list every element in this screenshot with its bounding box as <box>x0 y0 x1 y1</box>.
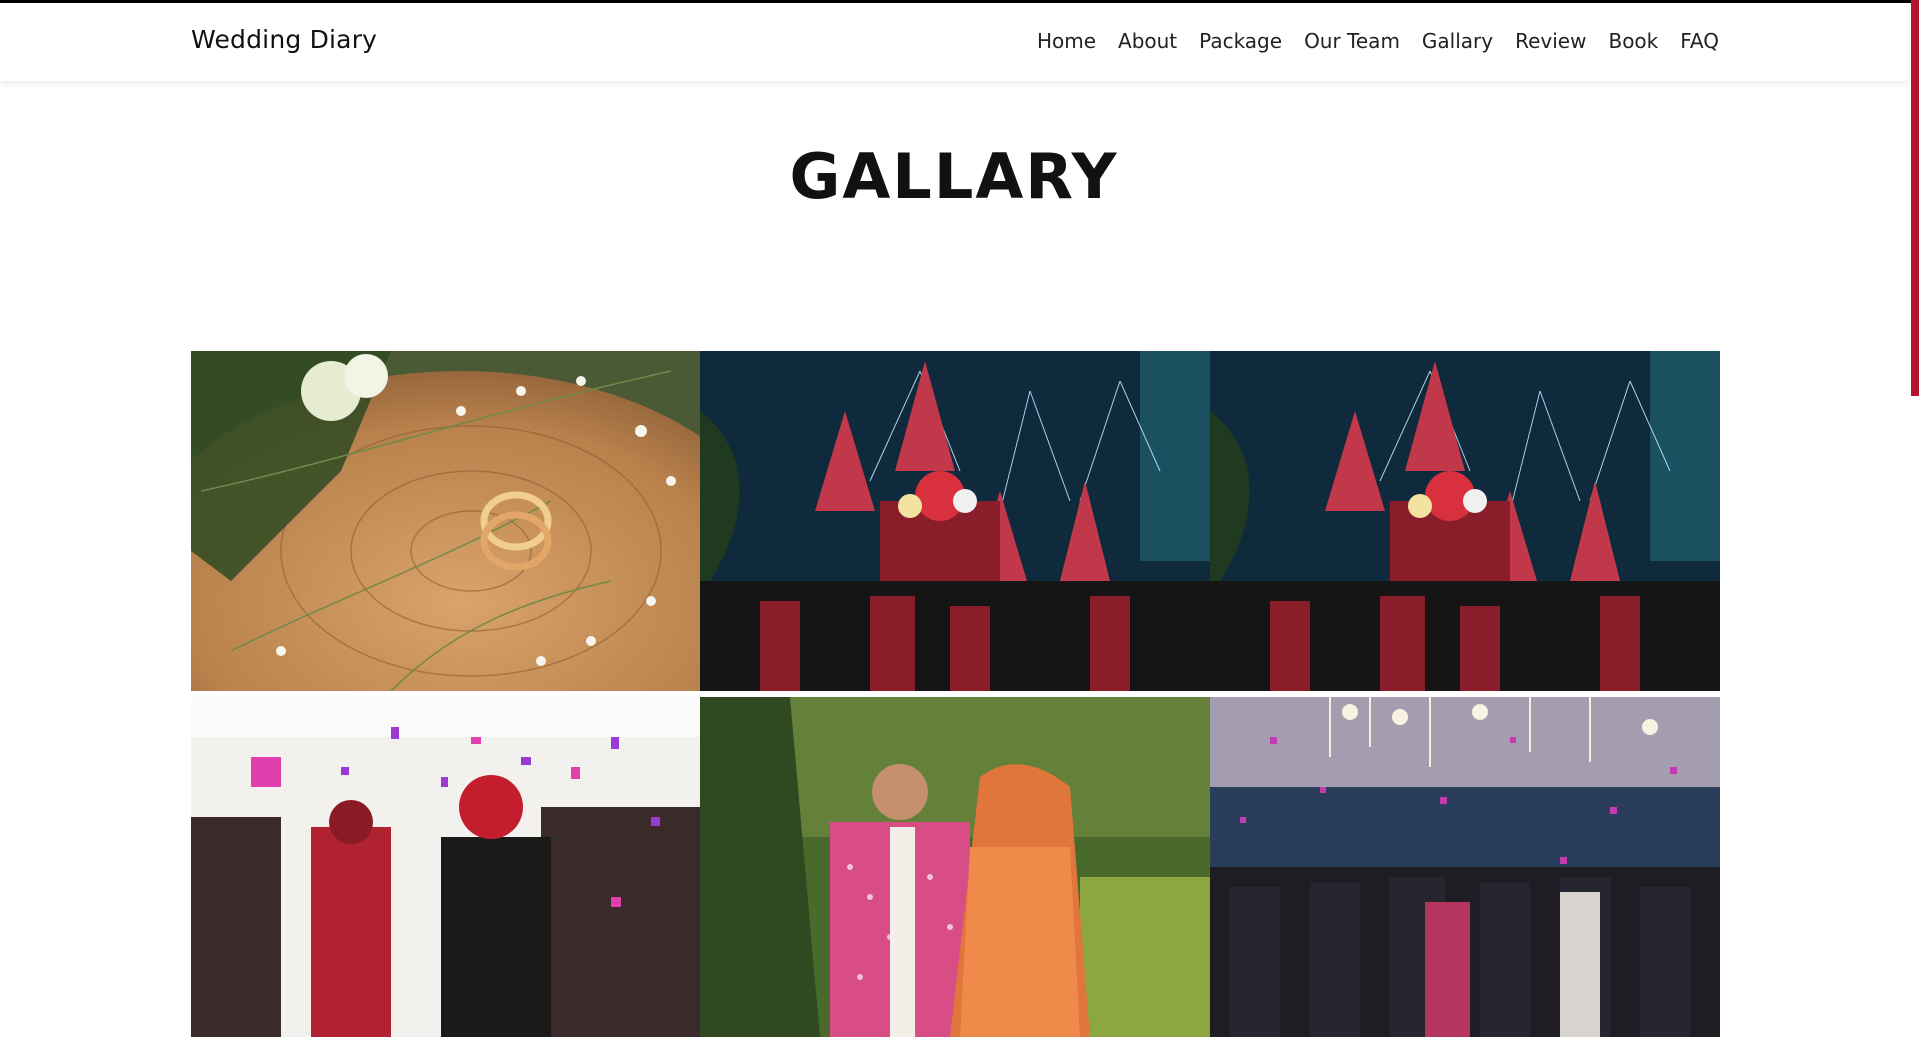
nav-link-our-team[interactable]: Our Team <box>1304 29 1400 53</box>
section-title: GALLARY <box>789 140 1119 213</box>
fireworks-photo-icon <box>1210 351 1720 691</box>
nav-link-gallary[interactable]: Gallary <box>1422 29 1493 53</box>
nav-link-book[interactable]: Book <box>1608 29 1658 53</box>
nav-item: Gallary <box>1422 29 1493 53</box>
nav-link-review[interactable]: Review <box>1515 29 1586 53</box>
nav-item: Package <box>1199 29 1282 53</box>
nav-link-about[interactable]: About <box>1118 29 1177 53</box>
gallery-image-couple[interactable] <box>700 697 1210 1037</box>
crowd-celebration-photo-icon <box>1210 697 1720 1037</box>
nav-item: About <box>1118 29 1177 53</box>
nav-link-package[interactable]: Package <box>1199 29 1282 53</box>
gallery-image-fireworks-2[interactable] <box>1210 351 1720 691</box>
nav-item: FAQ <box>1680 29 1719 53</box>
nav-link-faq[interactable]: FAQ <box>1680 29 1719 53</box>
navbar: Wedding Diary Home About Package Our Tea… <box>0 3 1908 81</box>
confetti-ceremony-photo-icon <box>191 697 700 1037</box>
gallery-grid <box>191 351 1720 1037</box>
nav-link-home[interactable]: Home <box>1037 29 1096 53</box>
ring-photo-icon <box>191 351 700 691</box>
gallery-image-ceremony[interactable] <box>191 697 700 1037</box>
nav-item: Book <box>1608 29 1658 53</box>
couple-portrait-photo-icon <box>700 697 1210 1037</box>
fireworks-photo-icon <box>700 351 1210 691</box>
nav-item: Review <box>1515 29 1586 53</box>
gallery-image-celebration[interactable] <box>1210 697 1720 1037</box>
scrollbar-thumb[interactable] <box>1911 0 1919 396</box>
gallery-image-fireworks[interactable] <box>700 351 1210 691</box>
nav-item: Home <box>1037 29 1096 53</box>
nav-item: Our Team <box>1304 29 1400 53</box>
gallery-image-ring[interactable] <box>191 351 700 691</box>
brand-logo[interactable]: Wedding Diary <box>191 25 377 54</box>
nav-menu: Home About Package Our Team Gallary Revi… <box>1037 29 1719 53</box>
